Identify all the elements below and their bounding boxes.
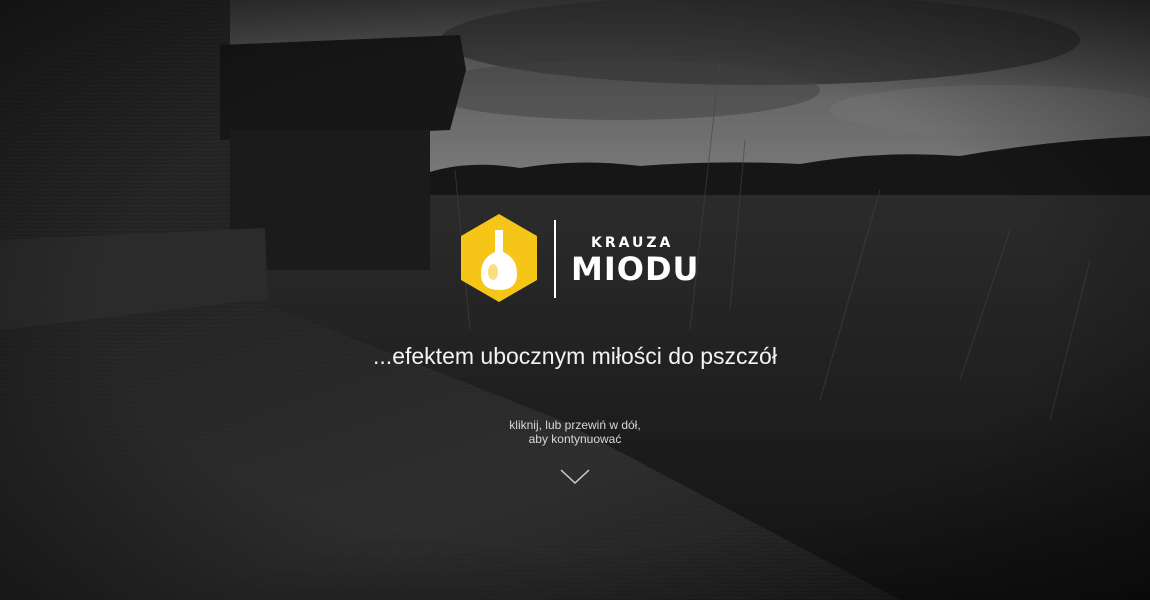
- scroll-hint-line2: aby kontynuować: [528, 432, 622, 446]
- chevron-down-icon[interactable]: [560, 468, 590, 486]
- tagline: ...efektem ubocznym miłości do pszczół: [373, 343, 777, 369]
- scroll-hint[interactable]: kliknij, lub przewiń w dół, aby kontynuo…: [0, 418, 1150, 446]
- honey-drop-hexagon-icon: [461, 214, 537, 302]
- hero-section[interactable]: KRAUZA MIODU ...efektem ubocznym miłości…: [0, 0, 1150, 600]
- logo-small-text: KRAUZA: [591, 235, 674, 251]
- logo-big-text: MIODU: [571, 250, 700, 288]
- scroll-hint-line1: kliknij, lub przewiń w dół,: [509, 418, 641, 432]
- logo-divider: [554, 220, 556, 298]
- brand-logo[interactable]: KRAUZA MIODU: [459, 212, 699, 304]
